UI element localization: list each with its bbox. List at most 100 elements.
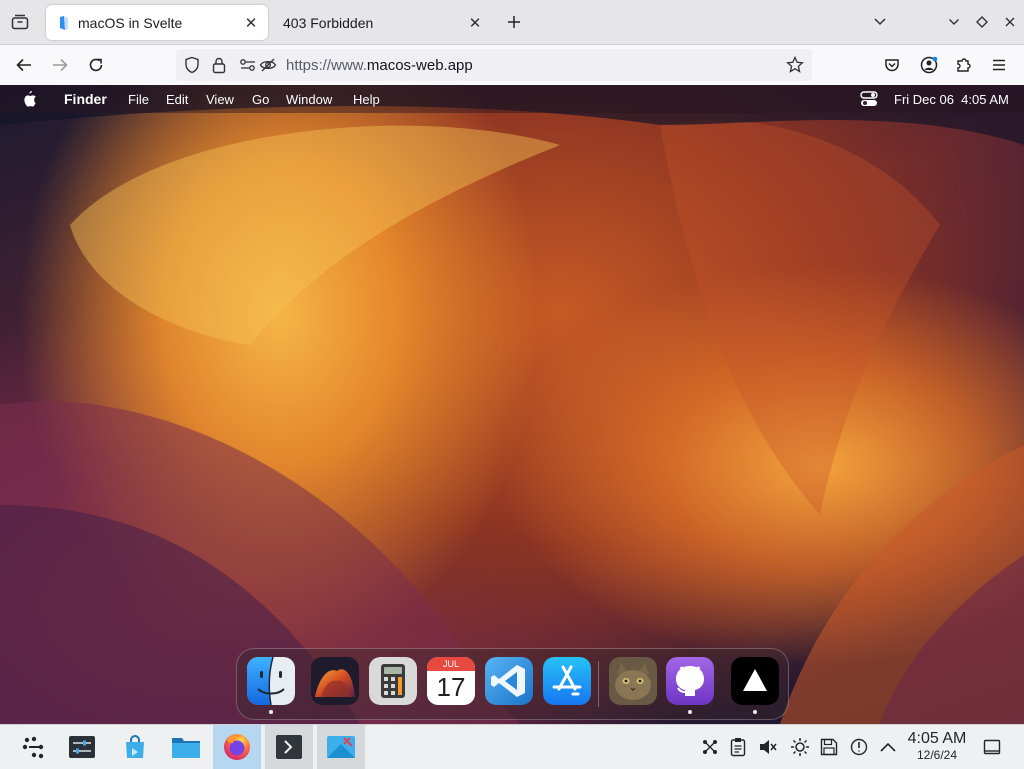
pocket-icon xyxy=(885,59,899,72)
calculator-app-icon[interactable] xyxy=(369,657,417,705)
dock-separator xyxy=(598,661,599,707)
shopping-bag-icon xyxy=(126,735,144,758)
navigation-toolbar: https://www.macos-web.app xyxy=(0,45,1024,85)
forward-button[interactable] xyxy=(47,52,73,78)
close-window-button[interactable] xyxy=(998,10,1022,34)
kde-launcher-icon xyxy=(22,736,44,759)
url-scheme: https://www. xyxy=(286,57,367,74)
show-hidden-icons-chevron-up-icon[interactable] xyxy=(878,737,898,757)
app-menu-finder[interactable]: Finder xyxy=(64,91,107,107)
tab-strip: macOS in Svelte ✕ 403 Forbidden ✕ xyxy=(0,0,1024,45)
terminal-icon xyxy=(276,735,302,759)
clock-time: 4:05 AM xyxy=(907,730,967,747)
settings-icon xyxy=(69,736,95,758)
permissions-icon[interactable] xyxy=(238,55,258,75)
clipboard-tray-icon[interactable] xyxy=(728,737,748,757)
url-host: macos-web.app xyxy=(366,57,473,74)
reload-button[interactable] xyxy=(83,52,109,78)
menu-view[interactable]: View xyxy=(206,92,234,107)
vercel-app-icon[interactable] xyxy=(731,657,779,705)
maximize-window-button[interactable] xyxy=(970,10,994,34)
finder-running-indicator xyxy=(269,710,273,714)
minimize-icon xyxy=(949,19,959,25)
hamburger-icon xyxy=(993,59,1005,71)
system-taskbar: 4:05 AM 12/6/24 xyxy=(0,724,1024,769)
pocket-button[interactable] xyxy=(879,52,905,78)
maximize-icon xyxy=(976,16,988,28)
macos-menubar: Finder File Edit View Go Window Help Fri… xyxy=(0,85,1024,113)
close-tab-icon[interactable]: ✕ xyxy=(464,12,486,34)
puzzle-icon xyxy=(957,58,971,72)
network-tray-icon[interactable] xyxy=(700,737,720,757)
close-tab-icon[interactable]: ✕ xyxy=(240,12,262,34)
plus-icon xyxy=(508,16,520,28)
task-firefox[interactable] xyxy=(213,725,261,769)
menubar-datetime[interactable]: Fri Dec 06 4:05 AM xyxy=(894,92,1009,107)
tab-overview-button[interactable] xyxy=(8,10,32,34)
minimize-window-button[interactable] xyxy=(942,10,966,34)
finder-favicon-icon xyxy=(58,15,70,31)
menu-help[interactable]: Help xyxy=(353,92,380,107)
digital-clock[interactable]: 4:05 AM 12/6/24 xyxy=(900,730,974,762)
address-bar[interactable]: https://www.macos-web.app xyxy=(176,49,812,81)
folder-icon xyxy=(172,738,200,758)
arrow-left-icon xyxy=(16,58,31,72)
show-desktop-button[interactable] xyxy=(982,737,1002,757)
macos-dock: JUL 17 xyxy=(236,648,789,720)
brightness-tray-icon[interactable] xyxy=(790,737,810,757)
bookmark-star-icon[interactable] xyxy=(785,55,805,75)
chevron-down-icon xyxy=(874,18,886,26)
control-center-icon[interactable] xyxy=(860,91,878,107)
app-store-app-icon[interactable] xyxy=(543,657,591,705)
account-button[interactable] xyxy=(916,52,942,78)
task-system-settings[interactable] xyxy=(58,725,106,769)
list-all-tabs-button[interactable] xyxy=(868,10,892,34)
back-button[interactable] xyxy=(11,52,37,78)
task-screenshot-tool[interactable] xyxy=(317,725,365,769)
tab-403-forbidden[interactable]: 403 Forbidden ✕ xyxy=(270,5,492,40)
wallpapers-app-icon[interactable] xyxy=(311,657,359,705)
menu-edit[interactable]: Edit xyxy=(166,92,188,107)
menu-go[interactable]: Go xyxy=(252,92,269,107)
volume-muted-tray-icon[interactable] xyxy=(758,737,778,757)
task-discover[interactable] xyxy=(111,725,159,769)
spectacle-icon xyxy=(327,736,355,758)
account-icon xyxy=(920,56,938,74)
task-file-manager[interactable] xyxy=(162,725,210,769)
calendar-month: JUL xyxy=(427,657,475,671)
menu-button[interactable] xyxy=(986,52,1012,78)
github-running-indicator xyxy=(688,710,692,714)
clock-date: 12/6/24 xyxy=(916,748,958,762)
vscode-app-icon[interactable] xyxy=(485,657,533,705)
firefox-icon xyxy=(224,734,250,760)
lock-icon[interactable] xyxy=(209,55,229,75)
apple-logo-icon[interactable] xyxy=(21,89,37,109)
menu-file[interactable]: File xyxy=(128,92,149,107)
tab-title: 403 Forbidden xyxy=(283,14,374,31)
reload-icon xyxy=(89,58,103,72)
menu-window[interactable]: Window xyxy=(286,92,332,107)
finder-app-icon[interactable] xyxy=(247,657,295,705)
new-tab-button[interactable] xyxy=(502,10,526,34)
arrow-right-icon xyxy=(53,58,68,72)
shield-icon[interactable] xyxy=(182,55,202,75)
tab-list-icon xyxy=(11,14,29,30)
web-content: Finder File Edit View Go Window Help Fri… xyxy=(0,85,1024,724)
tracking-blocked-icon[interactable] xyxy=(258,55,278,75)
show-desktop-icon xyxy=(983,739,1001,755)
github-app-icon[interactable] xyxy=(666,657,714,705)
url-text[interactable]: https://www.macos-web.app xyxy=(286,57,473,74)
task-konsole[interactable] xyxy=(265,725,313,769)
close-icon xyxy=(1005,17,1015,27)
extensions-button[interactable] xyxy=(951,52,977,78)
tab-title: macOS in Svelte xyxy=(78,14,183,31)
updates-tray-icon[interactable] xyxy=(849,737,869,757)
tab-macos-in-svelte[interactable]: macOS in Svelte ✕ xyxy=(46,5,268,40)
save-disk-tray-icon[interactable] xyxy=(819,737,839,757)
application-launcher[interactable] xyxy=(10,725,58,769)
cat-photo-icon[interactable] xyxy=(609,657,657,705)
vercel-running-indicator xyxy=(753,710,757,714)
wallpaper xyxy=(0,85,1024,724)
calendar-day: 17 xyxy=(436,672,466,702)
calendar-app-icon[interactable]: JUL 17 xyxy=(427,657,475,705)
